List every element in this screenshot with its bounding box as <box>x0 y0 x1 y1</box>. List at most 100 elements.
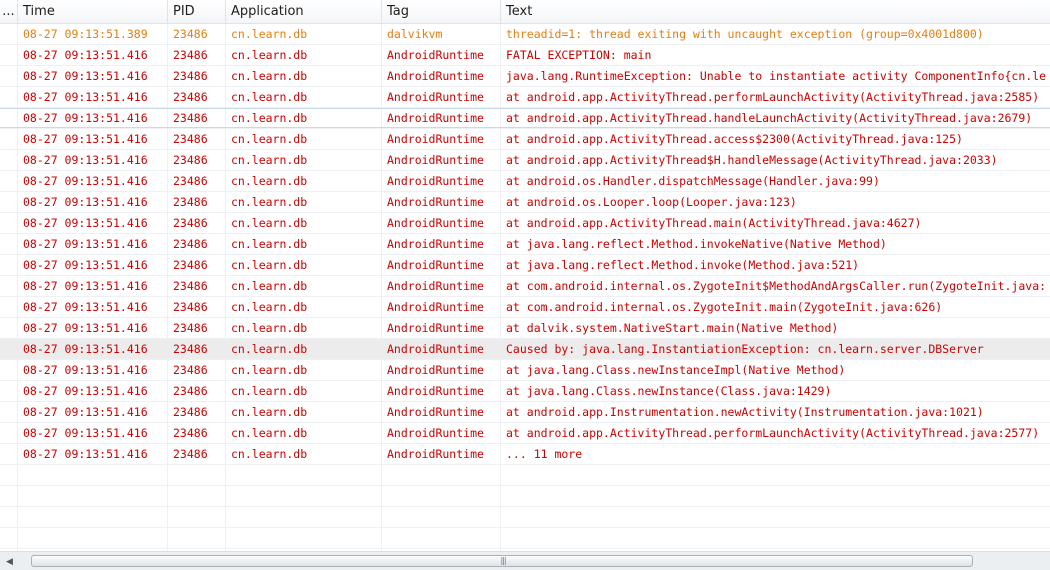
row-pid: 23486 <box>173 258 208 272</box>
table-row[interactable]: 08-27 09:13:51.416 23486 cn.learn.db Androi… <box>0 297 1050 318</box>
table-row[interactable]: 08-27 09:13:51.416 23486 cn.learn.db Androi… <box>0 213 1050 234</box>
row-text: at android.app.ActivityThread.handleLaun… <box>506 111 1033 125</box>
row-application: cn.learn.db <box>231 279 308 293</box>
row-tag: AndroidRuntime <box>387 195 484 209</box>
row-application: cn.learn.db <box>231 237 308 251</box>
column-header-application[interactable]: Application <box>225 0 381 23</box>
row-text: at android.app.ActivityThread.performLau… <box>506 426 1040 440</box>
table-row[interactable]: 08-27 09:13:51.416 23486 cn.learn.db Androi… <box>0 360 1050 381</box>
row-pid: 23486 <box>173 342 208 356</box>
table-row[interactable]: 08-27 09:13:51.416 23486 cn.learn.db Androi… <box>0 255 1050 276</box>
row-tag: AndroidRuntime <box>387 363 484 377</box>
row-time: 08-27 09:13:51.416 <box>23 174 148 188</box>
row-text: at android.app.Instrumentation.newActivi… <box>506 405 984 419</box>
row-application: cn.learn.db <box>231 90 308 104</box>
row-tag: AndroidRuntime <box>387 342 484 356</box>
row-application: cn.learn.db <box>231 111 308 125</box>
column-header-time[interactable]: Time <box>17 0 167 23</box>
row-pid: 23486 <box>173 195 208 209</box>
row-text: at android.os.Handler.dispatchMessage(Ha… <box>506 174 880 188</box>
row-tag: AndroidRuntime <box>387 48 484 62</box>
scroll-left-arrow-icon[interactable]: ◀ <box>2 554 17 568</box>
row-time: 08-27 09:13:51.416 <box>23 153 148 167</box>
row-pid: 23486 <box>173 447 208 461</box>
table-row[interactable]: 08-27 09:13:51.416 23486 cn.learn.db Androi… <box>0 66 1050 87</box>
column-header-pid[interactable]: PID <box>167 0 225 23</box>
row-application: cn.learn.db <box>231 132 308 146</box>
row-tag: AndroidRuntime <box>387 258 484 272</box>
table-row[interactable]: 08-27 09:13:51.389 23486 cn.learn.db dalvik… <box>0 24 1050 45</box>
row-time: 08-27 09:13:51.416 <box>23 237 148 251</box>
row-time: 08-27 09:13:51.416 <box>23 195 148 209</box>
row-text: at android.app.ActivityThread.main(Activ… <box>506 216 922 230</box>
row-time: 08-27 09:13:51.416 <box>23 342 148 356</box>
table-row[interactable]: 08-27 09:13:51.416 23486 cn.learn.db Androi… <box>0 444 1050 465</box>
column-header-menu[interactable]: ... <box>0 0 17 23</box>
row-tag: AndroidRuntime <box>387 300 484 314</box>
row-application: cn.learn.db <box>231 426 308 440</box>
row-pid: 23486 <box>173 321 208 335</box>
row-tag: AndroidRuntime <box>387 237 484 251</box>
logcat-table[interactable]: ... Time PID Application Tag Text 08-27 … <box>0 0 1050 551</box>
table-row[interactable]: 08-27 09:13:51.416 23486 cn.learn.db Androi… <box>0 171 1050 192</box>
row-time: 08-27 09:13:51.416 <box>23 69 148 83</box>
table-row[interactable]: 08-27 09:13:51.416 23486 cn.learn.db Androi… <box>0 402 1050 423</box>
row-time: 08-27 09:13:51.416 <box>23 384 148 398</box>
row-application: cn.learn.db <box>231 300 308 314</box>
table-row[interactable]: 08-27 09:13:51.416 23486 cn.learn.db Androi… <box>0 234 1050 255</box>
table-row[interactable]: 08-27 09:13:51.416 23486 cn.learn.db Androi… <box>0 192 1050 213</box>
row-application: cn.learn.db <box>231 342 308 356</box>
scrollbar-thumb[interactable]: ||| <box>31 555 973 567</box>
table-row[interactable]: 08-27 09:13:51.416 23486 cn.learn.db Androi… <box>0 381 1050 402</box>
table-row[interactable]: 08-27 09:13:51.416 23486 cn.learn.db Androi… <box>0 339 1050 360</box>
row-time: 08-27 09:13:51.416 <box>23 132 148 146</box>
row-application: cn.learn.db <box>231 405 308 419</box>
row-time: 08-27 09:13:51.416 <box>23 216 148 230</box>
table-row[interactable]: 08-27 09:13:51.416 23486 cn.learn.db Androi… <box>0 423 1050 444</box>
column-header-tag[interactable]: Tag <box>381 0 500 23</box>
table-row[interactable]: 08-27 09:13:51.416 23486 cn.learn.db Androi… <box>0 129 1050 150</box>
row-time: 08-27 09:13:51.416 <box>23 48 148 62</box>
row-time: 08-27 09:13:51.416 <box>23 300 148 314</box>
row-application: cn.learn.db <box>231 384 308 398</box>
table-row[interactable]: 08-27 09:13:51.416 23486 cn.learn.db Androi… <box>0 87 1050 108</box>
table-row[interactable]: 08-27 09:13:51.416 23486 cn.learn.db Androi… <box>0 318 1050 339</box>
row-application: cn.learn.db <box>231 27 308 41</box>
row-tag: AndroidRuntime <box>387 447 484 461</box>
row-tag: AndroidRuntime <box>387 111 484 125</box>
row-pid: 23486 <box>173 111 208 125</box>
row-time: 08-27 09:13:51.416 <box>23 321 148 335</box>
table-row[interactable]: 08-27 09:13:51.416 23486 cn.learn.db Androi… <box>0 45 1050 66</box>
row-text: at com.android.internal.os.ZygoteInit$Me… <box>506 279 1047 293</box>
row-text: at com.android.internal.os.ZygoteInit.ma… <box>506 300 943 314</box>
log-rows: 08-27 09:13:51.389 23486 cn.learn.db dalvik… <box>0 24 1050 549</box>
row-time: 08-27 09:13:51.416 <box>23 447 148 461</box>
row-application: cn.learn.db <box>231 258 308 272</box>
row-time: 08-27 09:13:51.416 <box>23 405 148 419</box>
empty-row <box>0 507 1050 528</box>
empty-row <box>0 486 1050 507</box>
row-pid: 23486 <box>173 405 208 419</box>
row-text: at java.lang.Class.newInstance(Class.jav… <box>506 384 832 398</box>
row-pid: 23486 <box>173 27 208 41</box>
row-tag: AndroidRuntime <box>387 153 484 167</box>
table-row[interactable]: 08-27 09:13:51.416 23486 cn.learn.db Androi… <box>0 276 1050 297</box>
row-tag: AndroidRuntime <box>387 405 484 419</box>
row-pid: 23486 <box>173 216 208 230</box>
row-pid: 23486 <box>173 384 208 398</box>
table-row[interactable]: 08-27 09:13:51.416 23486 cn.learn.db Androi… <box>0 150 1050 171</box>
row-time: 08-27 09:13:51.416 <box>23 279 148 293</box>
row-tag: AndroidRuntime <box>387 132 484 146</box>
row-text: at java.lang.reflect.Method.invokeNative… <box>506 237 887 251</box>
row-text: at android.app.ActivityThread$H.handleMe… <box>506 153 998 167</box>
table-row[interactable]: 08-27 09:13:51.416 23486 cn.learn.db Androi… <box>0 108 1050 129</box>
column-header-text[interactable]: Text <box>500 0 1050 23</box>
row-text: java.lang.RuntimeException: Unable to in… <box>506 69 1047 83</box>
row-tag: AndroidRuntime <box>387 321 484 335</box>
row-tag: AndroidRuntime <box>387 69 484 83</box>
row-tag: AndroidRuntime <box>387 216 484 230</box>
horizontal-scrollbar[interactable]: ◀ ||| <box>0 551 1050 570</box>
empty-row <box>0 528 1050 549</box>
row-application: cn.learn.db <box>231 321 308 335</box>
row-text: ... 11 more <box>506 447 583 461</box>
